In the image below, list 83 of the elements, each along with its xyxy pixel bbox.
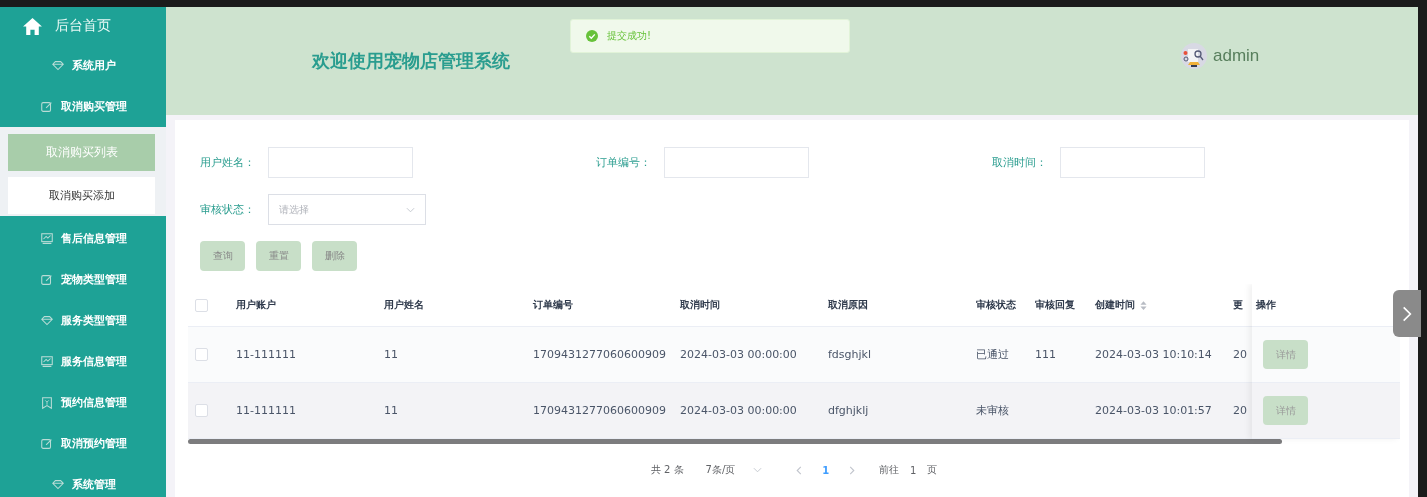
- chart-icon: [39, 354, 54, 369]
- menu-item[interactable]: 系统管理: [0, 464, 166, 497]
- edit-icon: [39, 99, 54, 114]
- checkbox[interactable]: [195, 298, 208, 312]
- table-cell: 11: [384, 348, 398, 361]
- column-header: 取消原因: [828, 298, 868, 312]
- previous-page-icon[interactable]: [796, 465, 803, 475]
- table-cell: 2024-03-03 10:01:57: [1095, 404, 1212, 417]
- action-button[interactable]: 删除: [312, 241, 357, 271]
- checkbox[interactable]: [195, 348, 208, 361]
- field-label: 订单编号：: [596, 155, 652, 170]
- diamond-icon: [50, 477, 65, 492]
- column-header: 用户姓名: [384, 298, 424, 312]
- table-cell: 11-111111: [236, 348, 296, 361]
- column-header: 用户账户: [236, 298, 276, 312]
- menu-item[interactable]: 服务信息管理: [0, 341, 166, 382]
- input-field[interactable]: [1060, 147, 1205, 178]
- bookmark-icon: [39, 395, 54, 410]
- chart-icon: [39, 231, 54, 246]
- app-title: 欢迎使用宠物店管理系统: [312, 49, 510, 73]
- goto-label: 前往: [879, 463, 900, 477]
- column-header: 操作: [1256, 298, 1276, 312]
- user-name[interactable]: admin: [1213, 46, 1260, 66]
- input-field[interactable]: [664, 147, 809, 178]
- table-cell: 11: [384, 404, 398, 417]
- table-cell: 未审核: [976, 403, 1009, 418]
- home-icon: [22, 16, 43, 36]
- check-circle-icon: [586, 30, 598, 42]
- table-cell: 已通过: [976, 347, 1009, 362]
- checkbox[interactable]: [195, 404, 208, 417]
- column-header: 订单编号: [533, 298, 573, 312]
- table-cell: 2024-03-03 10:10:14: [1095, 348, 1212, 361]
- chevron-down-icon: [406, 206, 415, 213]
- table-cell: 1709431277060600909: [533, 404, 666, 417]
- column-header[interactable]: 创建时间: [1095, 298, 1135, 312]
- next-arrow-button[interactable]: [1393, 290, 1421, 337]
- table-cell: 111: [1035, 348, 1056, 361]
- table-cell: dfghjklj: [828, 404, 869, 417]
- menu-item[interactable]: 售后信息管理: [0, 218, 166, 259]
- menu-item[interactable]: 取消购买管理: [0, 86, 166, 127]
- action-button[interactable]: 查询: [200, 241, 245, 271]
- column-header: 审核状态: [976, 298, 1016, 312]
- edit-icon: [39, 272, 54, 287]
- detail-button[interactable]: 详情: [1263, 396, 1308, 425]
- submenu-item[interactable]: 取消购买列表: [8, 134, 155, 171]
- total-count: 共 2 条: [650, 463, 684, 477]
- scrollbar-thumb[interactable]: [188, 439, 1282, 444]
- home-menu-item[interactable]: 后台首页: [0, 7, 166, 45]
- select-field[interactable]: 请选择: [268, 194, 426, 225]
- submenu-item[interactable]: 取消购买添加: [8, 177, 155, 214]
- next-page-icon[interactable]: [849, 465, 856, 475]
- edit-icon: [39, 436, 54, 451]
- detail-button[interactable]: 详情: [1263, 340, 1308, 369]
- field-label: 审核状态：: [200, 202, 256, 217]
- menu-item[interactable]: 预约信息管理: [0, 382, 166, 423]
- chevron-down-icon: [753, 467, 763, 473]
- chevron-right-icon: [1402, 304, 1412, 323]
- table-cell: 2024-03-03 00:00:00: [680, 404, 797, 417]
- menu-item[interactable]: 系统用户: [0, 45, 166, 86]
- table-cell: fdsghjkl: [828, 348, 872, 361]
- diamond-icon: [50, 58, 65, 73]
- table-cell: 2024-03-03 00:00:00: [680, 348, 797, 361]
- menu-item[interactable]: 取消预约管理: [0, 423, 166, 464]
- sort-icon[interactable]: [1140, 300, 1147, 310]
- column-header: 审核回复: [1035, 298, 1075, 312]
- table-cell: 1709431277060600909: [533, 348, 666, 361]
- page-number[interactable]: 1: [814, 464, 838, 476]
- toast-message: 提交成功!: [607, 29, 651, 43]
- avatar-icon[interactable]: [1181, 43, 1207, 69]
- field-label: 取消时间：: [992, 155, 1048, 170]
- table-cell: 11-111111: [236, 404, 296, 417]
- page-suffix: 页: [927, 463, 938, 477]
- column-header: 更: [1233, 298, 1243, 312]
- table-cell: 20: [1233, 404, 1247, 417]
- field-label: 用户姓名：: [200, 155, 256, 170]
- menu-item[interactable]: 宠物类型管理: [0, 259, 166, 300]
- diamond-icon: [39, 313, 54, 328]
- page-size-select[interactable]: 7条/页: [705, 463, 763, 477]
- menu-item[interactable]: 服务类型管理: [0, 300, 166, 341]
- table-cell: 20: [1233, 348, 1247, 361]
- input-field[interactable]: [268, 147, 413, 178]
- column-header: 取消时间: [680, 298, 720, 312]
- action-button[interactable]: 重置: [256, 241, 301, 271]
